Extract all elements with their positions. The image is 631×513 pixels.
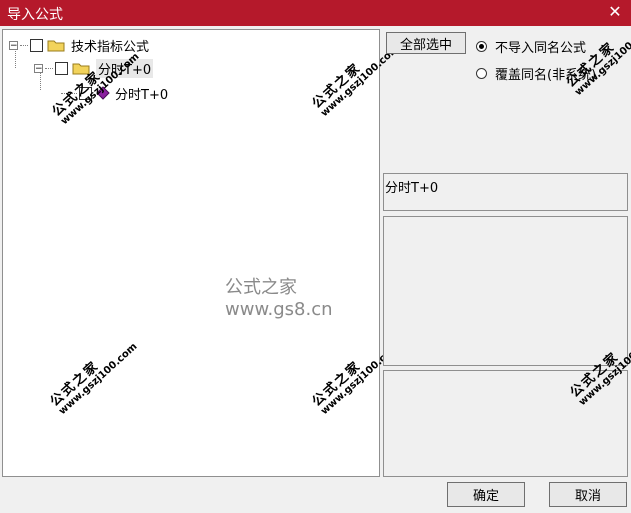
- radio-overwrite-icon[interactable]: [476, 68, 487, 79]
- watermark: 公式之家 www.gszj100.com: [47, 341, 140, 418]
- title-bar: 导入公式 ✕: [0, 0, 631, 26]
- center-watermark: 公式之家 www.gs8.cn: [225, 277, 333, 320]
- formula-name-box: 分时T+0: [383, 173, 628, 211]
- dialog-body: − 技术指标公式 − 分时T+0 分时T+0 公式之家 www.gs8.cn 公…: [0, 22, 631, 513]
- formula-tree[interactable]: − 技术指标公式 − 分时T+0 分时T+0 公式之家 www.gs8.cn 公…: [2, 29, 402, 477]
- watermark: 公式之家 www.gszj100.com: [563, 22, 631, 99]
- collapse-icon[interactable]: −: [9, 40, 18, 50]
- collapse-icon[interactable]: −: [34, 63, 43, 73]
- formula-description-box: [383, 216, 628, 366]
- formula-name: 分时T+0: [385, 181, 439, 196]
- cancel-button[interactable]: 取消: [549, 482, 627, 507]
- select-all-button[interactable]: 全部选中: [386, 32, 466, 54]
- root-label: 技术指标公式: [71, 39, 150, 55]
- radio-skip-icon[interactable]: [476, 41, 487, 52]
- leaf-label: 分时T+0: [115, 87, 169, 103]
- window-title: 导入公式: [7, 7, 63, 23]
- root-checkbox[interactable]: [30, 38, 43, 52]
- folder-icon: [47, 40, 65, 51]
- child-checkbox[interactable]: [55, 61, 68, 75]
- radio-skip-duplicates[interactable]: 不导入同名公式: [476, 37, 586, 56]
- ok-button[interactable]: 确定: [447, 482, 525, 507]
- folder-icon: [72, 63, 90, 74]
- close-icon[interactable]: ✕: [605, 1, 625, 23]
